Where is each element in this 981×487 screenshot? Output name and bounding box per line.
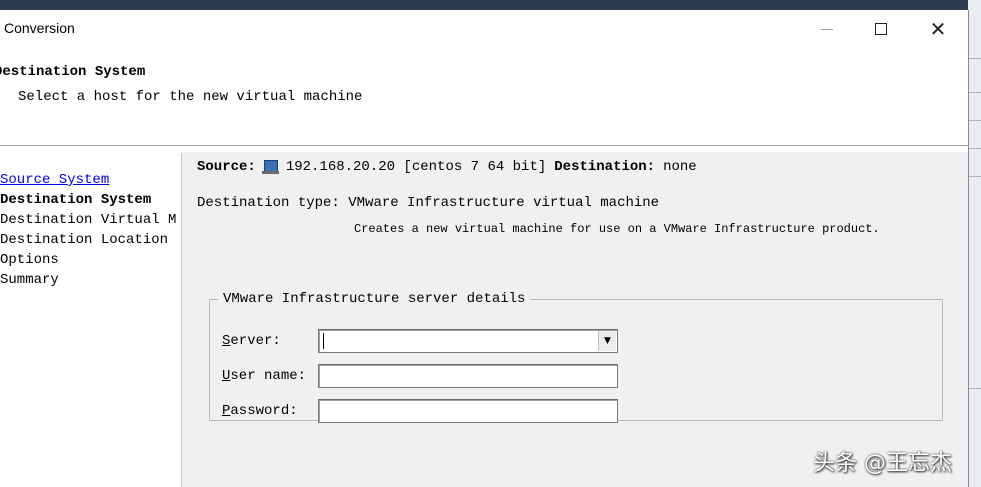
step-source-system[interactable]: Source System bbox=[0, 172, 109, 188]
destination-type-line: Destination type: VMware Infrastructure … bbox=[197, 195, 659, 211]
password-label: Password: bbox=[222, 403, 298, 419]
close-button[interactable]: ✕ bbox=[915, 10, 961, 48]
server-combobox[interactable]: ▼ bbox=[318, 329, 618, 353]
server-row: Server: ▼ bbox=[222, 329, 618, 353]
password-field[interactable] bbox=[318, 399, 618, 423]
text-cursor bbox=[323, 333, 324, 349]
source-label: Source: bbox=[197, 159, 256, 175]
desktop-edge-line bbox=[968, 388, 981, 389]
step-destination-location: Destination Location bbox=[0, 232, 169, 248]
destination-type-label: Destination type: bbox=[197, 195, 340, 211]
page-title: Destination System bbox=[0, 64, 146, 80]
server-details-group: VMware Infrastructure server details Ser… bbox=[209, 291, 943, 423]
step-options: Options bbox=[0, 252, 59, 268]
page-subtitle: Select a host for the new virtual machin… bbox=[18, 89, 363, 105]
desktop-edge-line bbox=[968, 92, 981, 93]
desktop-edge-line bbox=[968, 176, 981, 177]
window-title: Conversion bbox=[4, 20, 75, 36]
step-destination-system: Destination System bbox=[0, 192, 152, 208]
desktop-edge-line bbox=[968, 58, 981, 59]
maximize-button[interactable] bbox=[858, 10, 904, 48]
destination-type-value: VMware Infrastructure virtual machine bbox=[348, 195, 660, 211]
desktop-edge-line bbox=[968, 120, 981, 121]
username-label: User name: bbox=[222, 368, 307, 384]
wizard-steps-sidebar: Source System Destination System Destina… bbox=[0, 153, 182, 487]
chevron-down-icon[interactable]: ▼ bbox=[598, 331, 616, 351]
watermark-text: 头条 @王忘杰 bbox=[813, 451, 952, 476]
wizard-content: Source: 192.168.20.20 [centos 7 64 bit] … bbox=[182, 152, 968, 487]
source-value: 192.168.20.20 [centos 7 64 bit] bbox=[285, 159, 547, 175]
source-destination-summary: Source: 192.168.20.20 [centos 7 64 bit] … bbox=[197, 159, 697, 175]
username-field[interactable] bbox=[318, 364, 618, 388]
close-icon: ✕ bbox=[929, 17, 947, 41]
destination-type-description: Creates a new virtual machine for use on… bbox=[354, 222, 880, 236]
minimize-icon bbox=[821, 28, 833, 30]
wizard-header: Destination System Select a host for the… bbox=[0, 48, 968, 146]
desktop-edge-line bbox=[968, 148, 981, 149]
step-summary: Summary bbox=[0, 272, 59, 288]
conversion-window: Conversion ✕ Destination System Select a… bbox=[0, 10, 969, 487]
password-row: Password: bbox=[222, 399, 618, 423]
desktop-background-strip bbox=[968, 0, 981, 487]
server-host-icon bbox=[261, 159, 280, 175]
username-row: User name: bbox=[222, 364, 618, 388]
destination-label: Destination: bbox=[554, 159, 656, 175]
destination-value: none bbox=[663, 159, 697, 175]
maximize-icon bbox=[875, 23, 887, 35]
step-destination-virtual-machine: Destination Virtual M bbox=[0, 212, 177, 228]
title-bar[interactable]: Conversion ✕ bbox=[0, 10, 968, 48]
server-details-legend: VMware Infrastructure server details bbox=[223, 291, 526, 307]
minimize-button[interactable] bbox=[804, 10, 850, 48]
server-label: Server: bbox=[222, 333, 281, 349]
